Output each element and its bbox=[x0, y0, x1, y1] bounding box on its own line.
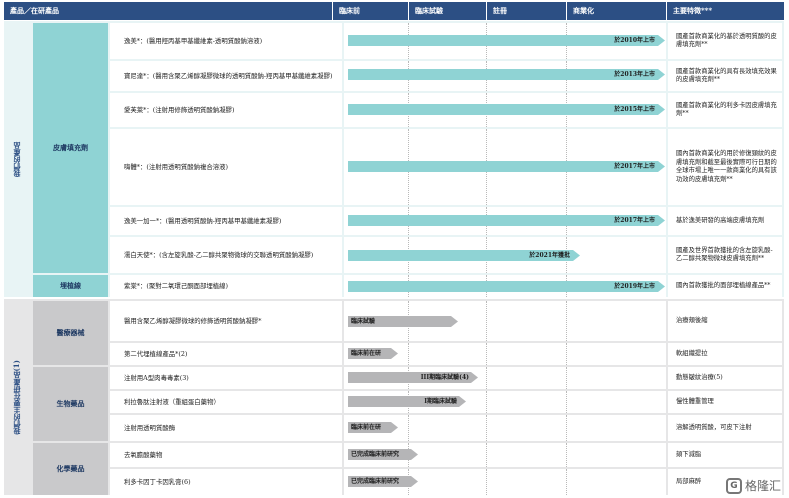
product-cell: 嗨體*：(注射用透明質酸鈉複合溶液) bbox=[110, 129, 342, 205]
status-arrow: III期臨床試驗(4) bbox=[348, 372, 478, 383]
stage-area: 於2017年上市 bbox=[344, 129, 666, 205]
status-arrow: I期臨床試驗 bbox=[348, 396, 466, 407]
feature-cell: 國內首款商業化的用於修復頸紋的皮膚填充劑和截至最後實際可行日期的全球市場上唯一一… bbox=[668, 129, 782, 205]
status-arrow: 臨床試驗 bbox=[348, 316, 458, 327]
category-biologics: 生物藥品 bbox=[33, 367, 108, 441]
stage-area: 於2013年上市 bbox=[344, 61, 666, 91]
feature-cell: 動態皺紋治療(5) bbox=[668, 367, 782, 389]
feature-cell: 基於逸美研發的高端皮膚填充劑 bbox=[668, 207, 782, 235]
feature-cell: 國產首款商業化的具有長效填充效果的皮膚填充劑** bbox=[668, 61, 782, 91]
feature-cell: 治療頰後縮 bbox=[668, 301, 782, 341]
stage-area: 已完成臨床前研究 bbox=[344, 443, 666, 467]
category-medical-device: 醫療器械 bbox=[33, 301, 108, 365]
stage-area: 臨床試驗 bbox=[344, 301, 666, 341]
product-cell: 愛芙萊*：(注射用修飾透明質酸鈉凝膠) bbox=[110, 93, 342, 127]
header-product: 產品／在研產品 bbox=[4, 2, 332, 20]
group-label-own: 我們的產品 bbox=[12, 141, 21, 177]
status-arrow: 於2017年上市 bbox=[348, 161, 665, 172]
product-cell: 去氧膽酸藥物 bbox=[110, 443, 342, 467]
stage-area: 臨床前在研 bbox=[344, 415, 666, 441]
status-arrow: 於2019年上市 bbox=[348, 281, 665, 292]
product-cell: 利多卡因丁卡因乳膏(6) bbox=[110, 469, 342, 495]
category-dermal-filler: 皮膚填充劑 bbox=[33, 23, 108, 273]
product-cell: 注射用A型肉毒毒素(3) bbox=[110, 367, 342, 389]
product-cell: 醫用含聚乙烯醇凝膠微球的修飾透明質酸鈉凝膠* bbox=[110, 301, 342, 341]
stage-area: 已完成臨床前研究 bbox=[344, 469, 666, 495]
status-arrow: 臨床前在研 bbox=[348, 348, 398, 359]
status-arrow: 於2015年上市 bbox=[348, 104, 665, 115]
product-cell: 利拉魯肽注射液（重組蛋白藥物） bbox=[110, 391, 342, 413]
feature-cell: 軟組織提拉 bbox=[668, 343, 782, 365]
header-stage-preclinical: 臨床前 bbox=[333, 2, 408, 20]
status-arrow: 已完成臨床前研究 bbox=[348, 476, 418, 487]
stage-area: 於2019年上市 bbox=[344, 275, 666, 297]
feature-cell: 國產首款商業化的基於透明質酸的皮膚填充劑** bbox=[668, 23, 782, 59]
status-arrow: 已完成臨床前研究 bbox=[348, 449, 418, 460]
feature-cell: 國產及世界首款獲批的含左旋乳酸-乙二醇共聚物微球皮膚填充劑** bbox=[668, 237, 782, 273]
stage-area: 於2015年上市 bbox=[344, 93, 666, 127]
pipeline-table: 產品／在研產品 臨床前 臨床試驗 註冊 商業化 主要特徵*** 我們的產品 我們… bbox=[0, 0, 789, 498]
feature-cell: 頦下減脂 bbox=[668, 443, 782, 467]
feature-cell: 慢性體重管理 bbox=[668, 391, 782, 413]
product-cell: 寶尼達*：(醫用含聚乙烯醇凝膠微球的透明質酸鈉-羥丙基甲基纖維素凝膠) bbox=[110, 61, 342, 91]
status-arrow: 於2017年上市 bbox=[348, 215, 665, 226]
product-cell: 逸美一加一*：(醫用透明質酸鈉-羥丙基甲基纖維素凝膠) bbox=[110, 207, 342, 235]
stage-area: I期臨床試驗 bbox=[344, 391, 666, 413]
header-stage-commercial: 商業化 bbox=[567, 2, 666, 20]
header-features: 主要特徵*** bbox=[667, 2, 784, 20]
stage-area: 於2017年上市 bbox=[344, 207, 666, 235]
header-stage-clinical: 臨床試驗 bbox=[409, 2, 486, 20]
watermark-logo-icon: G bbox=[725, 477, 742, 494]
status-arrow: 臨床前在研 bbox=[348, 422, 398, 433]
status-arrow: 於2013年上市 bbox=[348, 69, 665, 80]
product-cell: 紫棠*：(聚對二氧環己酮面部埋植線) bbox=[110, 275, 342, 297]
category-thread: 埋植線 bbox=[33, 275, 108, 297]
product-cell: 第二代埋植線產品*(2) bbox=[110, 343, 342, 365]
product-cell: 注射用透明質酸酶 bbox=[110, 415, 342, 441]
category-chemical-drugs: 化學藥品 bbox=[33, 443, 108, 495]
feature-cell: 國內首款獲批的面部埋植線產品** bbox=[668, 275, 782, 297]
stage-area: 於2010年上市 bbox=[344, 23, 666, 59]
header-stage-registration: 註冊 bbox=[487, 2, 566, 20]
product-cell: 濡白天使*：(含左旋乳酸-乙二醇共聚物微球的交聯透明質酸鈉凝膠) bbox=[110, 237, 342, 273]
product-cell: 逸美*：(醫用羥丙基甲基纖維素-透明質酸鈉溶液) bbox=[110, 23, 342, 59]
status-arrow: 於2021年獲批 bbox=[348, 250, 580, 261]
status-arrow: 於2010年上市 bbox=[348, 35, 665, 46]
feature-cell: 國產首款商業化的利多卡因皮膚填充劑** bbox=[668, 93, 782, 127]
stage-area: 臨床前在研 bbox=[344, 343, 666, 365]
group-label-rd: 我們的主要在研產品(1) bbox=[12, 359, 21, 435]
stage-area: 於2021年獲批 bbox=[344, 237, 666, 273]
watermark: G 格隆汇 bbox=[725, 477, 781, 494]
feature-cell: 溶解透明質酸，可皮下注射 bbox=[668, 415, 782, 441]
stage-area: III期臨床試驗(4) bbox=[344, 367, 666, 389]
watermark-text: 格隆汇 bbox=[744, 479, 781, 493]
